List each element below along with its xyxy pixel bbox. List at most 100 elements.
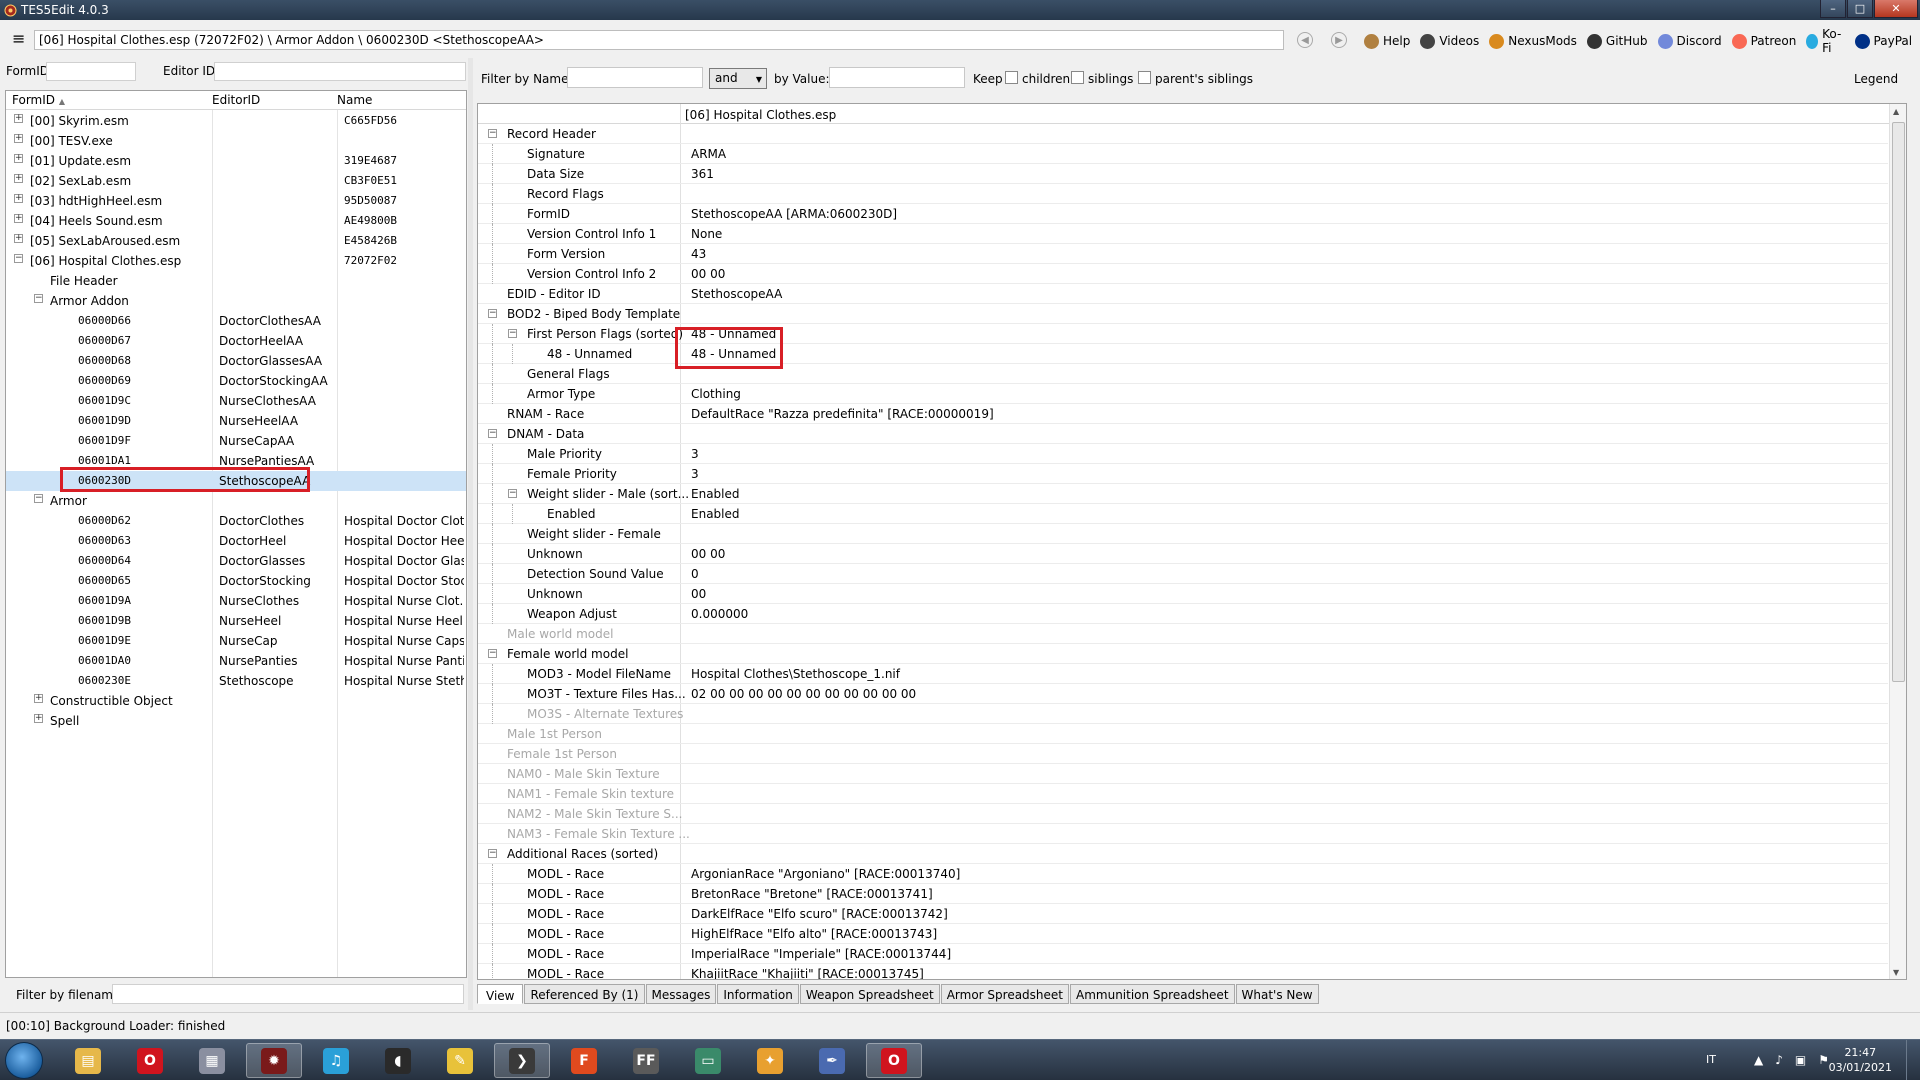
- navigate-forward-icon[interactable]: ▶: [1331, 32, 1347, 48]
- record-row[interactable]: EDID - Editor ID StethoscopeAA: [478, 284, 1888, 304]
- tree-row[interactable]: − Armor Addon: [6, 291, 466, 311]
- collapse-icon[interactable]: −: [508, 489, 517, 498]
- panel-splitter[interactable]: [468, 58, 473, 1010]
- expand-icon[interactable]: +: [34, 714, 43, 723]
- taskbar-app[interactable]: O: [866, 1043, 922, 1078]
- expand-icon[interactable]: +: [14, 134, 23, 143]
- taskbar-app[interactable]: ✹: [246, 1043, 302, 1078]
- tree-row[interactable]: 06001DA0 NursePanties Hospital Nurse Panti…: [6, 651, 466, 671]
- expand-icon[interactable]: +: [14, 174, 23, 183]
- toplink-discord[interactable]: Discord: [1657, 33, 1722, 49]
- tree-row[interactable]: 06001D9E NurseCap Hospital Nurse Caps: [6, 631, 466, 651]
- network-icon[interactable]: ▣: [1795, 1053, 1806, 1067]
- tree-row[interactable]: 06001D9B NurseHeel Hospital Nurse Heel: [6, 611, 466, 631]
- clock[interactable]: 21:47 03/01/2021: [1829, 1045, 1892, 1075]
- tree-row[interactable]: 06000D67 DoctorHeelAA: [6, 331, 466, 351]
- collapse-icon[interactable]: −: [488, 429, 497, 438]
- taskbar-app[interactable]: ▭: [680, 1043, 736, 1078]
- expand-icon[interactable]: +: [14, 154, 23, 163]
- tab-view[interactable]: View: [477, 984, 524, 1004]
- editorid-filter-input[interactable]: [214, 62, 466, 81]
- toplink-ko-fi[interactable]: Ko-Fi: [1806, 27, 1844, 55]
- toplink-patreon[interactable]: Patreon: [1731, 33, 1796, 49]
- record-row[interactable]: NAM0 - Male Skin Texture: [478, 764, 1888, 784]
- record-row[interactable]: Record Flags: [478, 184, 1888, 204]
- collapse-icon[interactable]: −: [34, 494, 43, 503]
- tree-row[interactable]: 06000D68 DoctorGlassesAA: [6, 351, 466, 371]
- record-row[interactable]: NAM1 - Female Skin texture: [478, 784, 1888, 804]
- volume-icon[interactable]: ♪: [1775, 1053, 1783, 1067]
- collapse-icon[interactable]: −: [488, 129, 497, 138]
- tree-row[interactable]: 06000D69 DoctorStockingAA: [6, 371, 466, 391]
- tree-row[interactable]: 06000D63 DoctorHeel Hospital Doctor Heel: [6, 531, 466, 551]
- record-row[interactable]: Weight slider - Female: [478, 524, 1888, 544]
- taskbar-app[interactable]: ✒: [804, 1043, 860, 1078]
- record-row[interactable]: MODL - Race KhajiitRace "Khajiiti" [RACE:…: [478, 964, 1888, 979]
- toplink-github[interactable]: GitHub: [1586, 33, 1648, 49]
- tree-row[interactable]: 06000D62 DoctorClothes Hospital Doctor Clo…: [6, 511, 466, 531]
- tree-row[interactable]: File Header: [6, 271, 466, 291]
- filter-by-value-input[interactable]: [829, 67, 965, 88]
- taskbar-app[interactable]: ▤: [60, 1043, 116, 1078]
- tree-row[interactable]: 06001D9C NurseClothesAA: [6, 391, 466, 411]
- tab-information[interactable]: Information: [717, 984, 799, 1004]
- toplink-help[interactable]: Help: [1364, 33, 1410, 49]
- taskbar-app[interactable]: ◖: [370, 1043, 426, 1078]
- toplink-videos[interactable]: Videos: [1420, 33, 1479, 49]
- record-row[interactable]: Male 1st Person: [478, 724, 1888, 744]
- record-row[interactable]: Male world model: [478, 624, 1888, 644]
- record-row[interactable]: MO3T - Texture Files Has... 02 00 00 00 0…: [478, 684, 1888, 704]
- record-row[interactable]: − Record Header: [478, 124, 1888, 144]
- tree-row[interactable]: + Spell: [6, 711, 466, 731]
- record-row[interactable]: Version Control Info 1 None: [478, 224, 1888, 244]
- record-row[interactable]: − Female world model: [478, 644, 1888, 664]
- tree-row[interactable]: + [00] Skyrim.esm C665FD56: [6, 111, 466, 131]
- collapse-icon[interactable]: −: [488, 849, 497, 858]
- collapse-icon[interactable]: −: [508, 329, 517, 338]
- tab-ammunition-spreadsheet[interactable]: Ammunition Spreadsheet: [1070, 984, 1235, 1004]
- record-row[interactable]: Enabled Enabled: [478, 504, 1888, 524]
- scrollbar-thumb[interactable]: [1892, 122, 1905, 682]
- formid-filter-input[interactable]: [46, 62, 136, 81]
- record-row[interactable]: Data Size 361: [478, 164, 1888, 184]
- record-row[interactable]: Unknown 00 00: [478, 544, 1888, 564]
- record-row[interactable]: MODL - Race DarkElfRace "Elfo scuro" [RAC…: [478, 904, 1888, 924]
- filter-operator-select[interactable]: and ▼: [709, 68, 767, 89]
- tab-referenced-by-1[interactable]: Referenced By (1): [524, 984, 645, 1004]
- tree-row[interactable]: + Constructible Object: [6, 691, 466, 711]
- taskbar-app[interactable]: ❯: [494, 1043, 550, 1078]
- record-row[interactable]: Female Priority 3: [478, 464, 1888, 484]
- record-row[interactable]: RNAM - Race DefaultRace "Razza predefinit…: [478, 404, 1888, 424]
- tree-row[interactable]: 06000D64 DoctorGlasses Hospital Doctor Gla…: [6, 551, 466, 571]
- record-row[interactable]: NAM3 - Female Skin Texture ...: [478, 824, 1888, 844]
- record-row[interactable]: − Weight slider - Male (sort... Enabled: [478, 484, 1888, 504]
- tree-row[interactable]: 06001D9A NurseClothes Hospital Nurse Clot.…: [6, 591, 466, 611]
- expand-icon[interactable]: +: [14, 114, 23, 123]
- collapse-icon[interactable]: −: [34, 294, 43, 303]
- expand-icon[interactable]: +: [34, 694, 43, 703]
- record-row[interactable]: Armor Type Clothing: [478, 384, 1888, 404]
- taskbar-app[interactable]: ▦: [184, 1043, 240, 1078]
- toplink-nexusmods[interactable]: NexusMods: [1489, 33, 1577, 49]
- tree-row[interactable]: + [05] SexLabAroused.esm E458426B: [6, 231, 466, 251]
- keep-children-checkbox[interactable]: [1005, 71, 1018, 84]
- collapse-icon[interactable]: −: [14, 254, 23, 263]
- record-row[interactable]: Weapon Adjust 0.000000: [478, 604, 1888, 624]
- show-desktop-button[interactable]: [1906, 1040, 1920, 1080]
- editorid-column-header[interactable]: EditorID: [212, 93, 260, 107]
- record-row[interactable]: MO3S - Alternate Textures: [478, 704, 1888, 724]
- record-row[interactable]: MOD3 - Model FileName Hospital Clothes\St…: [478, 664, 1888, 684]
- scroll-up-icon[interactable]: ▲: [1893, 107, 1899, 116]
- tree-row[interactable]: + [02] SexLab.esm CB3F0E51: [6, 171, 466, 191]
- expand-icon[interactable]: +: [14, 194, 23, 203]
- start-button[interactable]: [5, 1042, 43, 1079]
- tab-messages[interactable]: Messages: [645, 984, 717, 1004]
- taskbar-app[interactable]: ✦: [742, 1043, 798, 1078]
- filename-filter-input[interactable]: [112, 984, 464, 1004]
- navigate-back-icon[interactable]: ◀: [1297, 32, 1313, 48]
- toplink-paypal[interactable]: PayPal: [1854, 33, 1912, 49]
- tree-row[interactable]: − Armor: [6, 491, 466, 511]
- record-row[interactable]: Detection Sound Value 0: [478, 564, 1888, 584]
- tree-row[interactable]: 06000D66 DoctorClothesAA: [6, 311, 466, 331]
- taskbar-app[interactable]: O: [122, 1043, 178, 1078]
